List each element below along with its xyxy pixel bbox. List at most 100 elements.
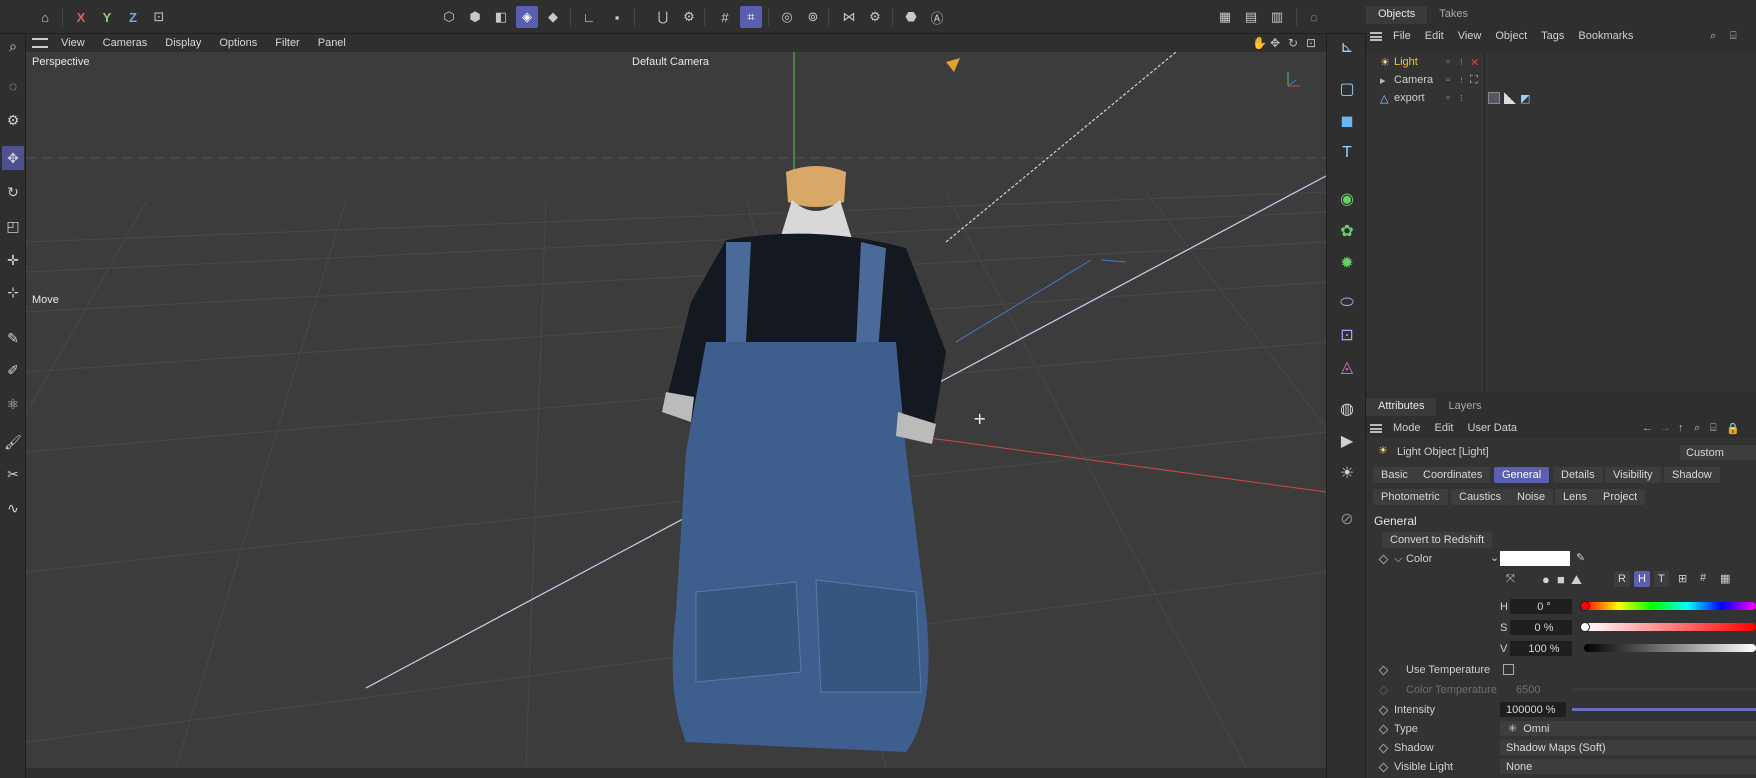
object-name[interactable]: export	[1394, 92, 1425, 104]
tab-caustics[interactable]: Caustics	[1451, 489, 1510, 505]
tab-objects[interactable]: Objects	[1366, 6, 1428, 24]
undo-history-icon[interactable]: ⌂	[34, 6, 56, 28]
material-tag-icon[interactable]	[1488, 92, 1500, 104]
grid-icon[interactable]: #	[714, 6, 736, 28]
pen-tag-icon[interactable]: ⊘	[1334, 506, 1360, 532]
null-object-icon[interactable]: ⊾	[1334, 34, 1360, 60]
adaptive-icon[interactable]: Ⓐ	[926, 6, 948, 28]
light-create-icon[interactable]: ☀	[1334, 460, 1360, 486]
cloud-icon[interactable]: ◌	[1303, 6, 1325, 28]
attributes-menu-mode[interactable]: Mode	[1386, 422, 1428, 434]
scale-tool-icon[interactable]: ◰	[2, 214, 24, 238]
spline-sketch-icon[interactable]: ✐	[2, 358, 24, 382]
rotate-view-icon[interactable]: ↻	[1288, 36, 1298, 50]
points-mode-icon[interactable]: ⬡	[438, 6, 460, 28]
axis-x-lock-button[interactable]: X	[70, 6, 92, 28]
tab-takes[interactable]: Takes	[1427, 6, 1480, 24]
camera-create-icon[interactable]: ▶	[1334, 428, 1360, 454]
object-manager[interactable]: ☀ Light ▫ ⁝ ✕ ▸ Camera ▫ ⁝ ⛶ △ export ▫ …	[1366, 52, 1756, 392]
saturation-slider-knob[interactable]	[1580, 622, 1590, 632]
tab-attributes[interactable]: Attributes	[1366, 398, 1437, 416]
symmetry-icon[interactable]: ⋈	[838, 6, 860, 28]
deformer-icon[interactable]: ✹	[1334, 250, 1360, 276]
color-mixer-icon[interactable]: ⊞	[1678, 572, 1687, 585]
convert-to-redshift-button[interactable]: Convert to Redshift	[1382, 532, 1493, 548]
color-wheel-icon[interactable]: ●	[1542, 572, 1550, 587]
saturation-slider[interactable]	[1584, 623, 1756, 631]
back-arrow-icon[interactable]: ←	[1642, 422, 1653, 434]
generator-icon[interactable]: ◉	[1334, 186, 1360, 212]
objects-menu-edit[interactable]: Edit	[1418, 30, 1451, 42]
scene-node-icon[interactable]: ◬	[1334, 354, 1360, 380]
forward-arrow-icon[interactable]: →	[1660, 422, 1671, 434]
visibility-toggle-icon[interactable]: ▫	[1446, 92, 1450, 104]
axis-mode-icon[interactable]: ∟	[578, 6, 600, 28]
value-field[interactable]: 100 %	[1510, 641, 1572, 656]
3d-viewport[interactable]: + Perspective Default Camera Move	[26, 52, 1326, 768]
visibility-toggle-icon[interactable]: ▫	[1446, 56, 1450, 68]
mograph-cloner-icon[interactable]: ✿	[1334, 218, 1360, 244]
eyedropper-icon[interactable]: ✎	[1576, 551, 1585, 564]
shadow-dropdown[interactable]: Shadow Maps (Soft)	[1500, 740, 1756, 755]
object-row-light[interactable]: ☀ Light ▫ ⁝ ✕	[1366, 53, 1756, 71]
value-slider[interactable]	[1584, 644, 1756, 652]
snap-settings-icon[interactable]: ⚙	[678, 6, 700, 28]
object-row-export[interactable]: △ export ▫ ⁝ ◩	[1366, 89, 1756, 107]
maximize-view-icon[interactable]: ⊡	[1306, 36, 1316, 50]
camera-name-label[interactable]: Default Camera	[632, 56, 709, 68]
selection-settings-icon[interactable]: ⚙	[2, 108, 24, 132]
viewport-menu-display[interactable]: Display	[156, 37, 210, 49]
viewport-menu-view[interactable]: View	[52, 37, 94, 49]
objects-menu-view[interactable]: View	[1451, 30, 1489, 42]
tab-project[interactable]: Project	[1595, 489, 1646, 505]
text-icon[interactable]: T	[1334, 140, 1360, 166]
object-mode-icon[interactable]: ⬣	[900, 6, 922, 28]
visibility-toggle-icon[interactable]: ▫	[1446, 74, 1450, 86]
saturation-field[interactable]: 0 %	[1510, 620, 1572, 635]
viewport-menu-panel[interactable]: Panel	[309, 37, 355, 49]
tab-visibility[interactable]: Visibility	[1605, 467, 1661, 483]
volume-icon[interactable]: ⊡	[1334, 322, 1360, 348]
viewport-menu-cameras[interactable]: Cameras	[94, 37, 157, 49]
render-toggle-icon[interactable]: ⁝	[1460, 75, 1463, 86]
up-arrow-icon[interactable]: ↑	[1678, 422, 1684, 434]
render-picture-viewer-icon[interactable]: ▤	[1240, 6, 1262, 28]
knife-icon[interactable]: ✂	[2, 462, 24, 486]
attributes-menu-hamburger-icon[interactable]	[1370, 423, 1382, 433]
tab-lens[interactable]: Lens	[1555, 489, 1595, 505]
lock-icon[interactable]: 🔒	[1726, 422, 1740, 435]
hue-slider-knob[interactable]	[1580, 601, 1590, 611]
texture-tag-icon[interactable]	[1504, 92, 1516, 104]
workplane-grid-icon[interactable]: ⌗	[740, 6, 762, 28]
render-toggle-icon[interactable]: ⁝	[1460, 93, 1463, 104]
swatches-icon[interactable]: ▦	[1720, 572, 1730, 585]
tab-shadow[interactable]: Shadow	[1664, 467, 1720, 483]
objects-menu-tags[interactable]: Tags	[1534, 30, 1571, 42]
intensity-slider[interactable]	[1572, 708, 1756, 711]
soft-selection-icon[interactable]: ◎	[776, 6, 798, 28]
axis-y-lock-button[interactable]: Y	[96, 6, 118, 28]
soft-selection-settings-icon[interactable]: ⊚	[802, 6, 824, 28]
color-mode-temperature[interactable]: T	[1654, 571, 1669, 587]
color-expand-icon[interactable]: ⌵	[1394, 553, 1402, 566]
spectrum-icon[interactable]: ■	[1557, 572, 1565, 587]
pan-view-icon[interactable]: ✋	[1252, 36, 1267, 50]
preset-dropdown[interactable]: Custom	[1680, 445, 1756, 460]
environment-icon[interactable]: ◍	[1334, 396, 1360, 422]
model-mode-icon[interactable]: ◈	[516, 6, 538, 28]
color-temperature-field[interactable]: 6500	[1516, 684, 1540, 696]
objects-menu-hamburger-icon[interactable]	[1370, 31, 1382, 41]
filter-icon[interactable]: ⌸	[1730, 30, 1737, 43]
render-settings-icon[interactable]: ▥	[1266, 6, 1288, 28]
live-selection-icon[interactable]: ◌	[2, 74, 24, 98]
edges-mode-icon[interactable]: ⬢	[464, 6, 486, 28]
objects-menu-object[interactable]: Object	[1488, 30, 1534, 42]
object-name[interactable]: Camera	[1394, 74, 1433, 86]
attributes-menu-user-data[interactable]: User Data	[1461, 422, 1525, 434]
spline-tools-icon[interactable]: ⚛	[2, 392, 24, 416]
color-mode-hsv[interactable]: H	[1634, 571, 1650, 587]
axis-z-lock-button[interactable]: Z	[122, 6, 144, 28]
render-toggle-icon[interactable]: ⁝	[1460, 57, 1463, 68]
multi-transform-icon[interactable]: ⊹	[2, 280, 24, 304]
viewport-menu-hamburger-icon[interactable]	[32, 38, 48, 48]
